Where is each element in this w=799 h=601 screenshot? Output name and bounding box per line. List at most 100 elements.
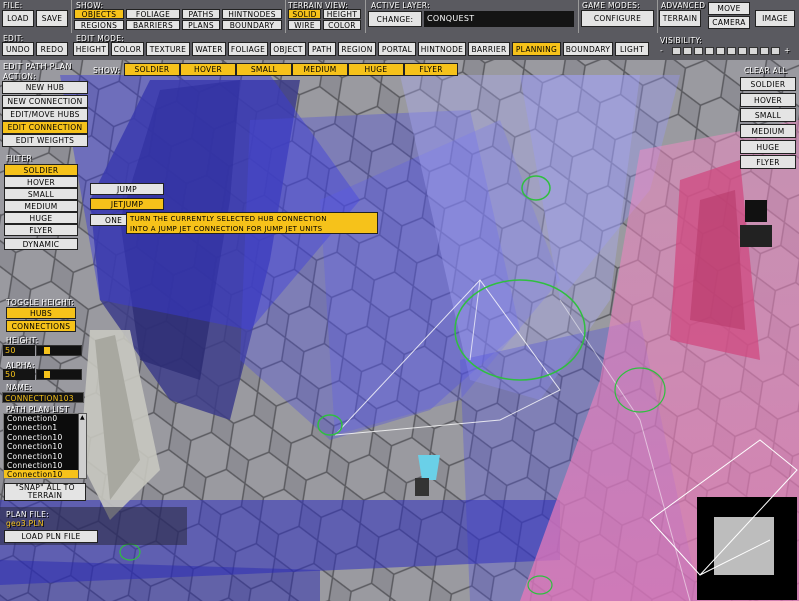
mode-planning-button[interactable]: Planning — [512, 42, 561, 56]
terrain-advanced-button[interactable]: Terrain — [659, 10, 701, 27]
active-layer-field[interactable]: conquest — [424, 11, 574, 27]
list-item[interactable]: Connection10 — [4, 442, 86, 451]
name-label: Name: — [6, 383, 32, 392]
alpha-slider-knob[interactable] — [44, 371, 50, 378]
show-plans-toggle[interactable]: Plans — [182, 20, 220, 30]
visibility-segment[interactable] — [738, 47, 747, 55]
jump-button[interactable]: Jump — [90, 183, 164, 195]
snap-all-to-terrain-button[interactable]: "Snap" All To Terrain — [4, 483, 86, 501]
load-pln-file-button[interactable]: Load PLN File — [4, 530, 98, 543]
advanced-label: Advanced — [661, 1, 706, 10]
change-layer-button[interactable]: Change: — [368, 11, 422, 27]
configure-button[interactable]: Configure — [581, 10, 654, 27]
game-modes-label: Game Modes: — [582, 1, 641, 10]
show-regions-toggle[interactable]: Regions — [74, 20, 124, 30]
visibility-segment[interactable] — [727, 47, 736, 55]
show-soldier-button[interactable]: Soldier — [124, 63, 180, 76]
edit-move-hubs-button[interactable]: Edit/Move Hubs — [2, 108, 88, 121]
undo-button[interactable]: Undo — [2, 42, 34, 56]
edit-weights-button[interactable]: Edit Weights — [2, 134, 88, 147]
terrain-color-toggle[interactable]: Color — [323, 20, 361, 30]
terrain-height-toggle[interactable]: Height — [323, 9, 361, 19]
height-slider-knob[interactable] — [44, 347, 50, 354]
load-button[interactable]: Load — [2, 10, 34, 27]
filter-soldier-button[interactable]: Soldier — [4, 164, 78, 176]
right-medium-button[interactable]: Medium — [740, 124, 796, 138]
show-foliage-toggle[interactable]: Foliage — [126, 9, 180, 19]
mode-foliage-button[interactable]: Foliage — [228, 42, 268, 56]
new-hub-button[interactable]: New Hub — [2, 81, 88, 94]
right-huge-button[interactable]: Huge — [740, 140, 796, 154]
mode-height-button[interactable]: Height — [73, 42, 109, 56]
mode-water-button[interactable]: Water — [192, 42, 226, 56]
filter-huge-button[interactable]: Huge — [4, 212, 78, 224]
height-slider[interactable] — [36, 345, 82, 356]
show-small-button[interactable]: Small — [236, 63, 292, 76]
filter-small-button[interactable]: Small — [4, 188, 78, 200]
alpha-value[interactable]: 50 — [3, 369, 35, 380]
filter-hover-button[interactable]: Hover — [4, 176, 78, 188]
edit-connection-button[interactable]: Edit Connection — [2, 121, 88, 134]
new-connection-button[interactable]: New Connection — [2, 95, 88, 108]
connections-toggle[interactable]: Connections — [6, 320, 76, 332]
hubs-toggle[interactable]: Hubs — [6, 307, 76, 319]
redo-button[interactable]: Redo — [36, 42, 68, 56]
jetjump-button[interactable]: JetJump — [90, 198, 164, 210]
show-barriers-toggle[interactable]: Barriers — [126, 20, 180, 30]
show-paths-toggle[interactable]: Paths — [182, 9, 220, 19]
dynamic-button[interactable]: Dynamic — [4, 238, 78, 250]
visibility-segment[interactable] — [760, 47, 769, 55]
mode-path-button[interactable]: Path — [308, 42, 336, 56]
visibility-segment[interactable] — [683, 47, 692, 55]
show-hover-button[interactable]: Hover — [180, 63, 236, 76]
visibility-minus[interactable]: - — [660, 46, 663, 55]
visibility-segment[interactable] — [672, 47, 681, 55]
show-boundary-toggle[interactable]: Boundary — [222, 20, 282, 30]
save-button[interactable]: Save — [36, 10, 68, 27]
right-small-button[interactable]: Small — [740, 108, 796, 122]
terrain-solid-toggle[interactable]: Solid — [288, 9, 321, 19]
visibility-segment[interactable] — [705, 47, 714, 55]
visibility-segment[interactable] — [749, 47, 758, 55]
height-value[interactable]: 50 — [3, 345, 35, 356]
mode-texture-button[interactable]: Texture — [146, 42, 190, 56]
scroll-up-icon[interactable]: ▲ — [79, 414, 86, 422]
move-button[interactable]: Move — [708, 2, 750, 15]
visibility-segment[interactable] — [716, 47, 725, 55]
mode-hintnode-button[interactable]: HintNode — [418, 42, 466, 56]
list-item[interactable]: Connection10 — [4, 470, 86, 478]
show-hintnodes-toggle[interactable]: HintNodes — [222, 9, 282, 19]
terrain-wire-toggle[interactable]: Wire — [288, 20, 321, 30]
mode-portal-button[interactable]: Portal — [378, 42, 416, 56]
list-item[interactable]: Connection10 — [4, 461, 86, 470]
list-item[interactable]: Connection10 — [4, 433, 86, 442]
clear-all-button[interactable]: Clear All — [744, 66, 787, 75]
visibility-segment[interactable] — [771, 47, 780, 55]
right-soldier-button[interactable]: Soldier — [740, 77, 796, 91]
visibility-plus[interactable]: + — [784, 46, 791, 55]
list-item[interactable]: Connection10 — [4, 452, 86, 461]
list-item[interactable]: Connection1 — [4, 423, 86, 432]
mode-barrier-button[interactable]: Barrier — [468, 42, 510, 56]
mode-color-button[interactable]: Color — [111, 42, 144, 56]
right-hover-button[interactable]: Hover — [740, 93, 796, 107]
name-field[interactable]: Connection103 — [2, 392, 84, 403]
camera-button[interactable]: Camera — [708, 16, 750, 29]
visibility-segment[interactable] — [694, 47, 703, 55]
alpha-slider[interactable] — [36, 369, 82, 380]
mode-object-button[interactable]: Object — [270, 42, 306, 56]
show-flyer-button[interactable]: Flyer — [404, 63, 458, 76]
show-medium-button[interactable]: Medium — [292, 63, 348, 76]
filter-flyer-button[interactable]: Flyer — [4, 224, 78, 236]
path-plan-list[interactable]: Connection0 Connection1 Connection10 Con… — [3, 413, 87, 479]
filter-medium-button[interactable]: Medium — [4, 200, 78, 212]
show-objects-toggle[interactable]: Objects — [74, 9, 124, 19]
image-button[interactable]: Image — [755, 10, 795, 27]
right-flyer-button[interactable]: Flyer — [740, 155, 796, 169]
list-scrollbar[interactable]: ▲ — [78, 413, 87, 479]
mode-region-button[interactable]: Region — [338, 42, 376, 56]
list-item[interactable]: Connection0 — [4, 414, 86, 423]
mode-light-button[interactable]: Light — [615, 42, 649, 56]
mode-boundary-button[interactable]: Boundary — [563, 42, 613, 56]
show-huge-button[interactable]: Huge — [348, 63, 404, 76]
